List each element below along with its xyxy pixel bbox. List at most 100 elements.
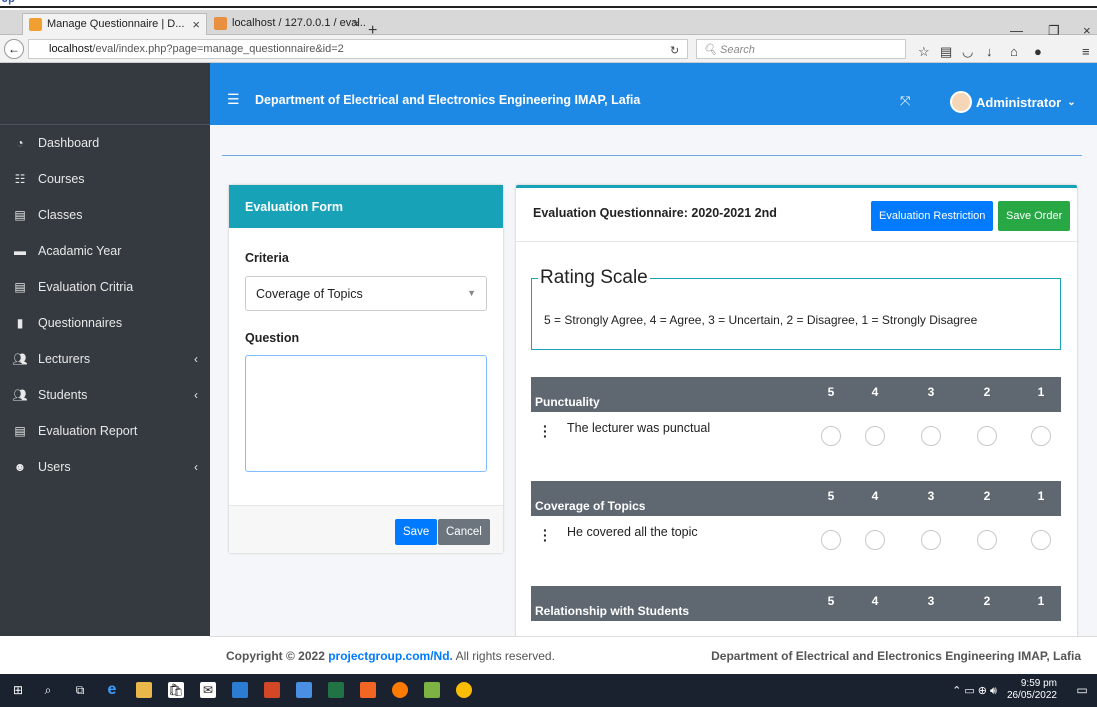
store-icon[interactable]: 🛍︎ [168,682,184,698]
drag-handle-icon[interactable]: · · · [543,523,548,547]
question-label: Question [245,331,300,345]
user-name: Administrator [976,94,1062,110]
xampp-icon[interactable] [360,682,376,698]
question-text: He covered all the topic [567,525,698,539]
dropdown-arrow-icon: ▼ [467,288,476,298]
avatar [950,91,972,113]
scale-header-value: 2 [983,594,991,608]
table-list-icon: ☷ [14,172,26,186]
user-menu[interactable]: Administrator ⌄ [950,91,1076,113]
search-icon[interactable]: ⌕ [40,682,56,698]
sidebar-list: ◔ Dashboard ☷ Courses ▤ Classes ▬ Acadamic Year… [0,125,210,485]
sidebar-item-users[interactable]: ☻ Users ‹ [0,449,210,485]
browser-search-input[interactable]: 🔍︎ Search [696,39,906,59]
chrome-icon[interactable] [456,682,472,698]
cancel-button[interactable]: Cancel [438,519,490,545]
url-host: localhost [49,43,93,55]
sidebar-item-evaluation-report[interactable]: ▤ Evaluation Report [0,413,210,449]
taskbar-clock[interactable]: 9:59 pm 26/05/2022 [1007,678,1057,702]
chevron-left-icon: ‹ [194,388,198,402]
file-explorer-icon[interactable] [136,682,152,698]
header-title: Department of Electrical and Electronics… [255,93,641,107]
bookmark-star-icon[interactable]: ☆ [918,44,930,60]
main-content: Evaluation Form Criteria Coverage of Top… [210,125,1097,636]
close-tab-icon[interactable]: × [192,17,200,32]
browser-tab-bar: Manage Questionnaire | D... × localhost … [0,10,1097,39]
users-icon: 👥︎ [12,352,28,366]
save-button[interactable]: Save [395,519,438,545]
rating-scale-text: 5 = Strongly Agree, 4 = Agree, 3 = Uncer… [544,313,978,327]
rating-radio[interactable] [1031,426,1051,446]
rating-radio[interactable] [977,426,997,446]
rating-radio[interactable] [1031,530,1051,550]
url-path: /eval/index.php?page=manage_questionnair… [92,43,344,55]
browser-tab[interactable]: localhost / 127.0.0.1 / eval... × [208,13,366,35]
word-icon[interactable] [232,682,248,698]
clock-date: 26/05/2022 [1006,690,1057,701]
browser-tab-active[interactable]: Manage Questionnaire | D... × [22,13,207,35]
save-order-button[interactable]: Save Order [998,201,1071,231]
scale-header-value: 1 [1037,385,1045,399]
firefox-icon[interactable] [392,682,408,698]
close-tab-icon[interactable]: × [352,16,360,31]
powerpoint-icon[interactable] [264,682,280,698]
notepad-icon[interactable] [424,682,440,698]
rating-radio[interactable] [865,530,885,550]
scale-header-value: 1 [1037,594,1045,608]
copyright-link[interactable]: projectgroup.com/Nd. [328,649,453,663]
sidebar: ◔ Dashboard ☷ Courses ▤ Classes ▬ Acadamic Year… [0,63,210,636]
sidebar-item-label: Questionnaires [38,316,123,330]
tab-favicon-icon [29,18,42,31]
notifications-icon[interactable]: ▭ [1074,682,1090,698]
sidebar-item-dashboard[interactable]: ◔ Dashboard [0,125,210,161]
dashboard-icon: ◔ [16,136,24,150]
windows-start-icon[interactable]: ⊞ [10,682,26,698]
fullscreen-icon[interactable]: ⤧ [900,93,910,109]
menu-icon[interactable]: ≡ [1082,44,1090,59]
drag-handle-icon[interactable]: · · · [543,419,548,443]
download-icon[interactable]: ↓ [986,44,993,59]
search-placeholder: Search [720,44,755,56]
tab-label: Manage Questionnaire | D... [47,18,185,30]
sidebar-item-students[interactable]: 👥︎ Students ‹ [0,377,210,413]
scale-header-value: 2 [983,385,991,399]
sidebar-item-acadamic-year[interactable]: ▬ Acadamic Year [0,233,210,269]
reload-icon[interactable]: ↻ [670,44,679,57]
app-icon[interactable] [296,682,312,698]
edge-browser-icon[interactable]: e [104,682,120,698]
sidebar-item-questionnaires[interactable]: ▮ Questionnaires [0,305,210,341]
scale-header-value: 4 [871,594,879,608]
rating-radio[interactable] [865,426,885,446]
system-tray-icons[interactable]: ⌃ ▭ ⊕ 🔊︎ [952,684,997,698]
sidebar-item-classes[interactable]: ▤ Classes [0,197,210,233]
criteria-section-header: Coverage of Topics 5 4 3 2 1 [531,481,1061,516]
rating-radio[interactable] [821,426,841,446]
sidebar-item-courses[interactable]: ☷ Courses [0,161,210,197]
mail-icon[interactable]: ✉ [200,682,216,698]
criteria-select[interactable]: Coverage of Topics ▼ [245,276,487,311]
evaluation-form-card: Evaluation Form Criteria Coverage of Top… [229,185,503,553]
rating-radio[interactable] [921,530,941,550]
rating-radio[interactable] [977,530,997,550]
rating-radio[interactable] [921,426,941,446]
sidebar-item-lecturers[interactable]: 👥︎ Lecturers ‹ [0,341,210,377]
chevron-left-icon: ‹ [194,352,198,366]
criteria-selected-value: Coverage of Topics [256,287,363,301]
excel-icon[interactable] [328,682,344,698]
hamburger-menu-icon[interactable]: ☰ [227,91,240,108]
home-icon[interactable]: ⌂ [1010,44,1018,59]
sidebar-item-evaluation-critria[interactable]: ▤ Evaluation Critria [0,269,210,305]
reading-list-icon[interactable]: ▤ [940,44,952,60]
evaluation-restriction-button[interactable]: Evaluation Restriction [871,201,994,231]
task-view-icon[interactable]: ⧉ [72,682,88,698]
sidebar-item-label: Evaluation Report [38,424,138,438]
sidebar-item-label: Classes [38,208,83,222]
scale-header-value: 3 [927,489,935,503]
question-textarea[interactable] [245,355,487,472]
question-row [531,621,1061,636]
chat-icon[interactable]: ● [1034,44,1042,59]
back-arrow-icon[interactable]: ← [4,39,24,59]
pocket-icon[interactable]: ◡ [962,44,973,60]
address-bar[interactable]: localhost/eval/index.php?page=manage_que… [28,39,688,59]
rating-radio[interactable] [821,530,841,550]
